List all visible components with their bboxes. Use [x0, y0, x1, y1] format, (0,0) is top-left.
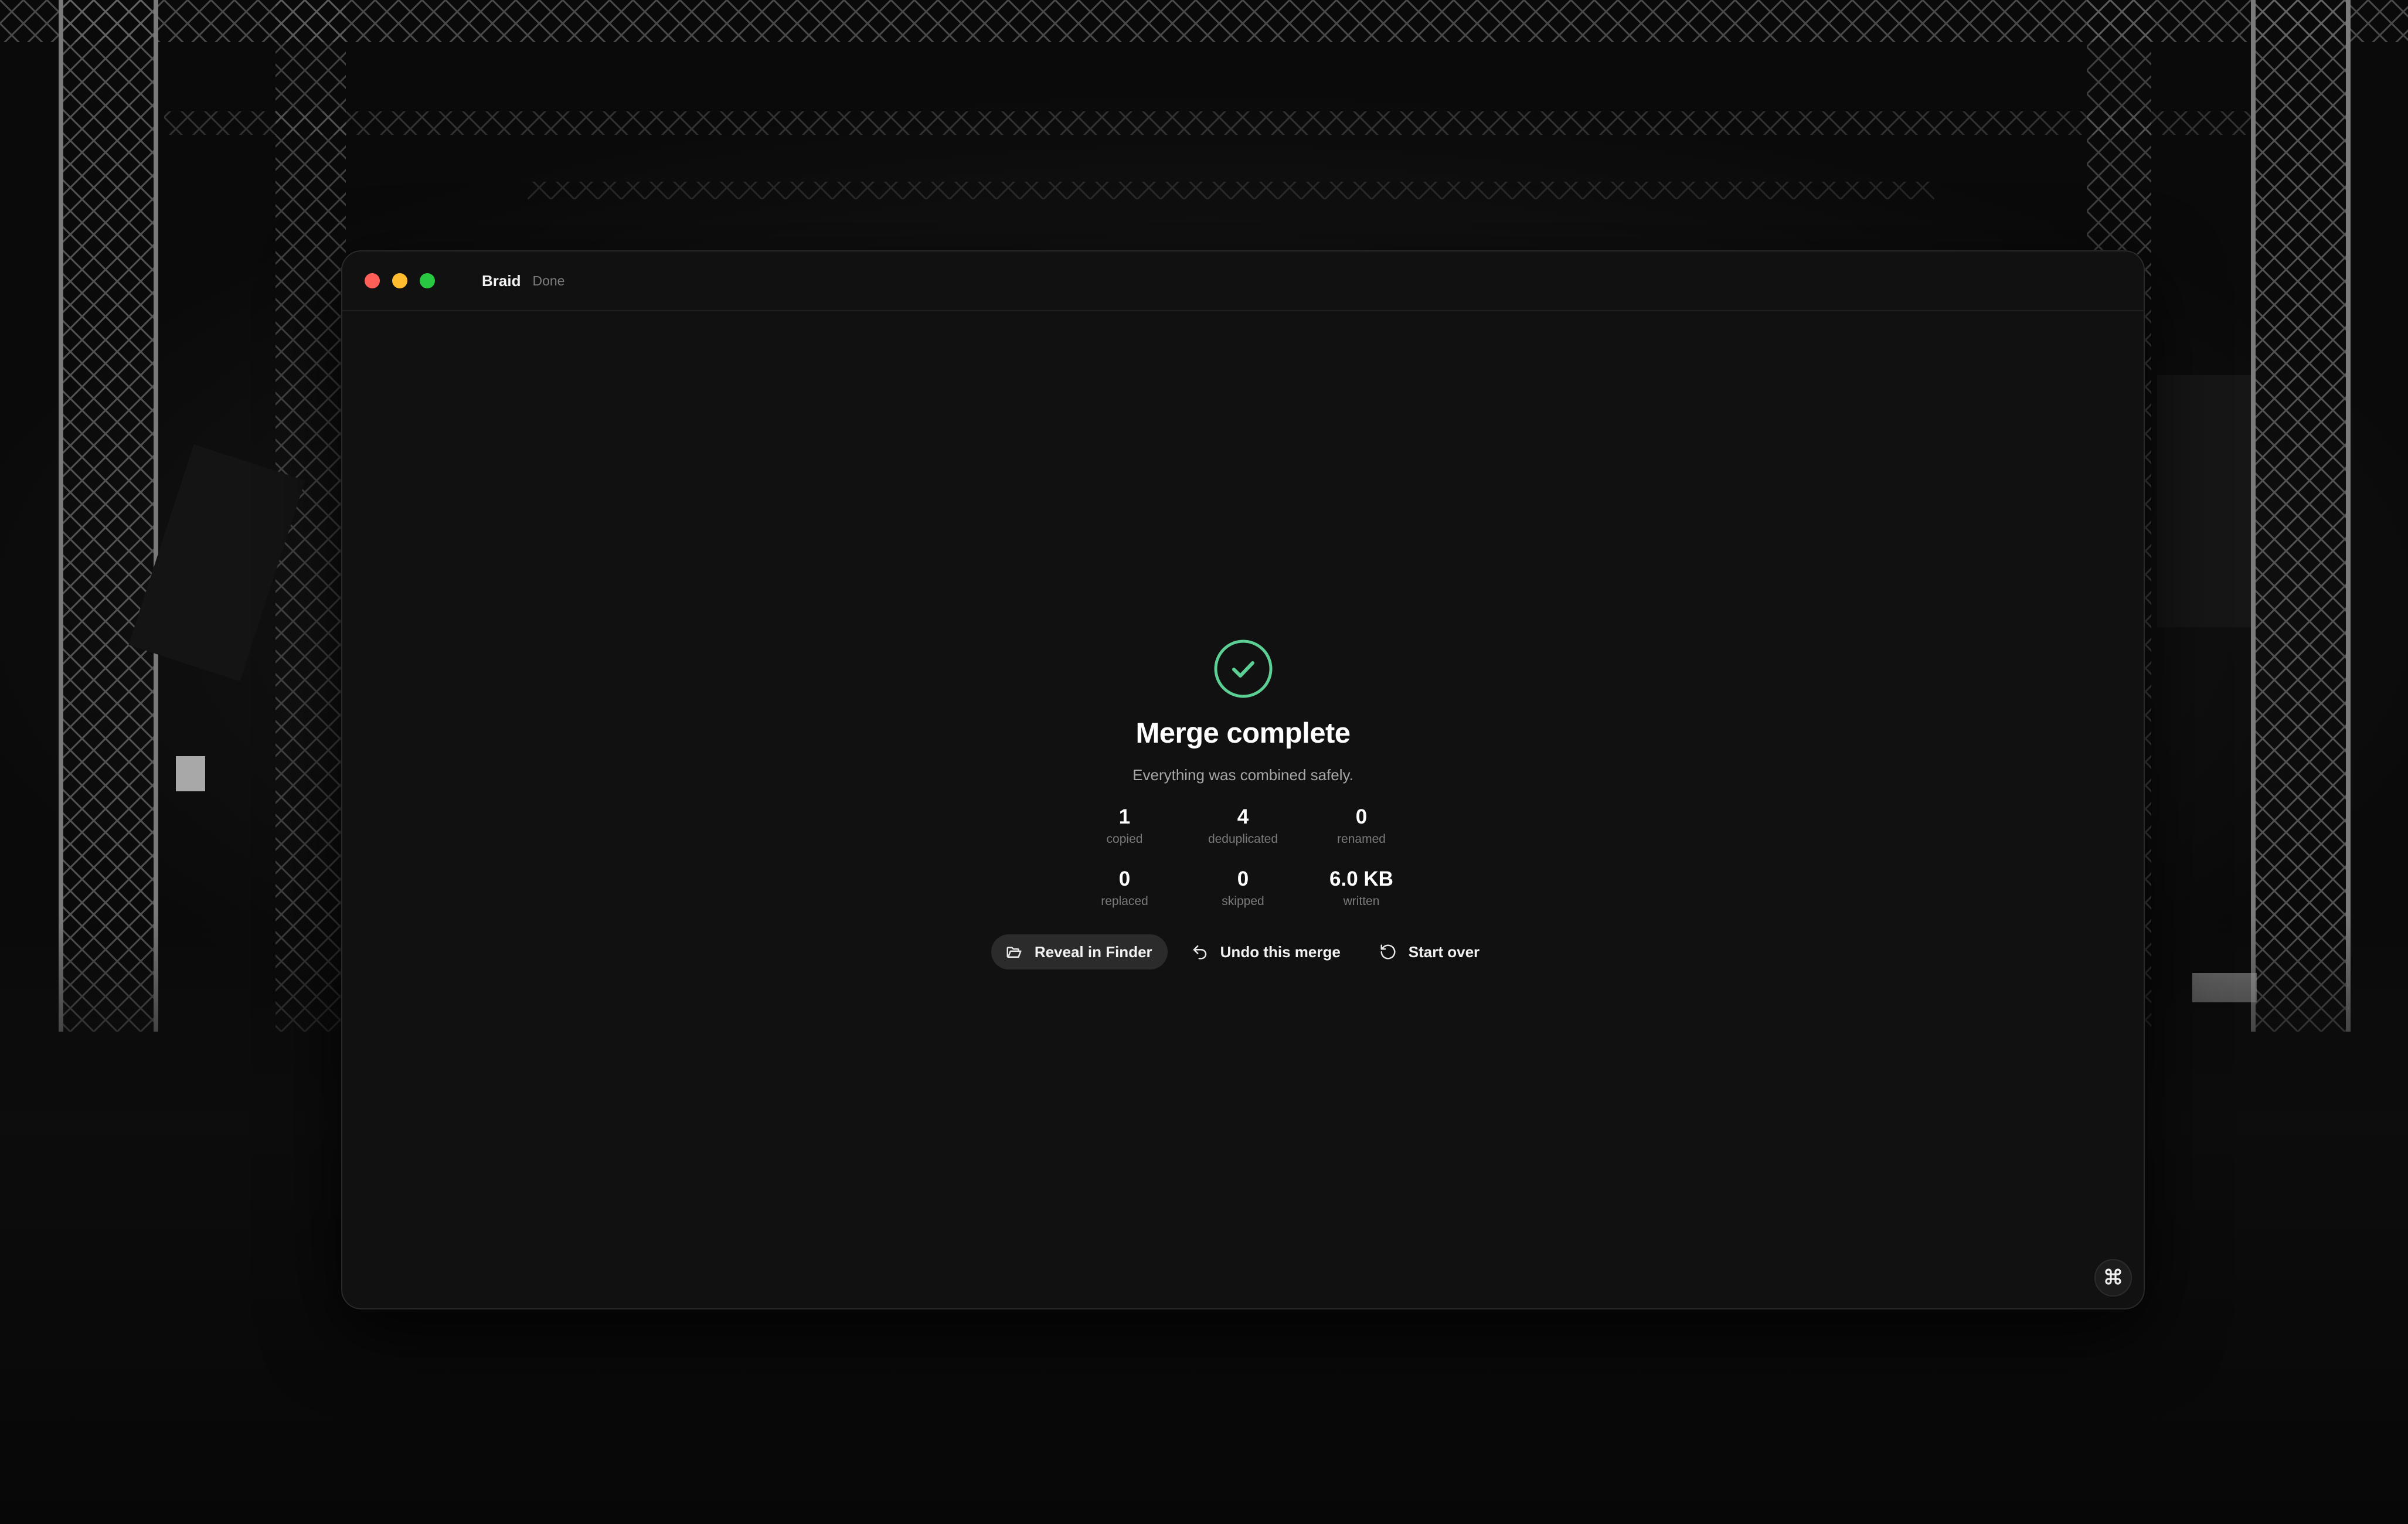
stat-label: skipped	[1222, 894, 1264, 908]
command-palette-button[interactable]	[2094, 1259, 2132, 1297]
stat-value: 0	[1118, 868, 1131, 890]
stat-renamed: 0 renamed	[1302, 805, 1421, 846]
start-over-label: Start over	[1408, 943, 1480, 961]
command-icon	[2104, 1267, 2123, 1289]
stat-copied: 1 copied	[1066, 805, 1184, 846]
zoom-window-button[interactable]	[420, 273, 435, 288]
stat-value: 4	[1237, 805, 1249, 828]
result-actions: Reveal in Finder Undo this merge Start o…	[991, 934, 1495, 969]
merge-result-panel: Merge complete Everything was combined s…	[342, 638, 2144, 969]
traffic-lights	[365, 273, 435, 288]
app-window: Braid Done Merge complete Everything was…	[341, 250, 2145, 1309]
reveal-in-finder-button[interactable]: Reveal in Finder	[991, 934, 1168, 969]
stat-label: written	[1343, 894, 1380, 908]
title-bar: Braid Done	[342, 251, 2144, 311]
stat-label: deduplicated	[1208, 832, 1278, 846]
stat-skipped: 0 skipped	[1184, 868, 1302, 909]
app-title: Braid	[482, 271, 521, 290]
stat-value: 0	[1237, 868, 1249, 890]
stat-label: replaced	[1101, 894, 1148, 908]
result-subline: Everything was combined safely.	[1132, 766, 1353, 784]
stat-deduplicated: 4 deduplicated	[1184, 805, 1302, 846]
stat-replaced: 0 replaced	[1066, 868, 1184, 909]
folder-open-icon	[1005, 943, 1023, 961]
app-status: Done	[532, 273, 565, 288]
start-over-button[interactable]: Start over	[1364, 934, 1495, 969]
undo-merge-label: Undo this merge	[1220, 943, 1341, 961]
reveal-in-finder-label: Reveal in Finder	[1034, 943, 1152, 961]
stat-label: copied	[1106, 832, 1143, 846]
stat-value: 1	[1118, 805, 1131, 828]
close-window-button[interactable]	[365, 273, 380, 288]
stat-label: renamed	[1337, 832, 1386, 846]
stat-value: 6.0 KB	[1329, 868, 1393, 890]
minimize-window-button[interactable]	[392, 273, 407, 288]
result-headline: Merge complete	[1135, 717, 1351, 749]
stat-written: 6.0 KB written	[1302, 868, 1421, 909]
stat-value: 0	[1355, 805, 1368, 828]
check-circle-icon	[1213, 638, 1274, 699]
merge-stats: 1 copied 4 deduplicated 0 renamed 0 repl…	[1066, 805, 1421, 909]
undo-arrow-icon	[1191, 943, 1209, 961]
undo-merge-button[interactable]: Undo this merge	[1176, 934, 1356, 969]
rotate-ccw-icon	[1379, 943, 1397, 961]
